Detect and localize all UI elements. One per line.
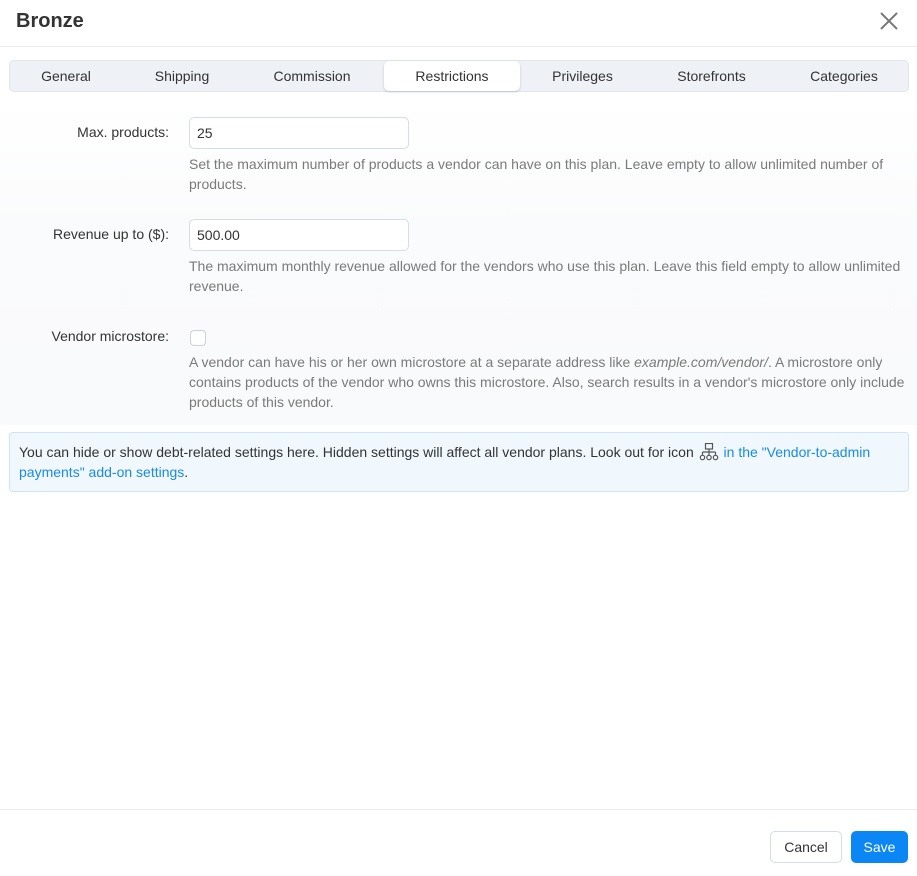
tab-restrictions[interactable]: Restrictions [384, 61, 520, 91]
microstore-checkbox[interactable] [190, 330, 206, 346]
notice-text: You can hide or show debt-related settin… [19, 444, 694, 460]
microstore-help-example: example.com/vendor/ [634, 354, 768, 370]
microstore-help-before: A vendor can have his or her own microst… [189, 354, 635, 370]
tab-commission[interactable]: Commission [242, 61, 382, 91]
tab-categories[interactable]: Categories [778, 61, 910, 91]
notice-trailing: . [184, 464, 189, 480]
tab-storefronts[interactable]: Storefronts [645, 61, 778, 91]
tab-shipping[interactable]: Shipping [122, 61, 242, 91]
max-products-label: Max. products: [77, 124, 169, 140]
max-products-input[interactable] [189, 117, 409, 149]
sitemap-icon [699, 442, 719, 461]
microstore-label: Vendor microstore: [51, 328, 170, 344]
save-button[interactable]: Save [851, 831, 908, 863]
tab-privileges[interactable]: Privileges [520, 61, 645, 91]
revenue-help: The maximum monthly revenue allowed for … [189, 258, 901, 294]
dialog-header: Bronze [0, 0, 917, 47]
cancel-button[interactable]: Cancel [770, 831, 842, 863]
tab-general[interactable]: General [10, 61, 122, 91]
dialog-title: Bronze [16, 10, 84, 32]
close-button[interactable] [878, 10, 900, 32]
close-icon [880, 12, 898, 30]
tab-bar: General Shipping Commission Restrictions… [9, 60, 909, 92]
max-products-help: Set the maximum number of products a ven… [189, 156, 884, 192]
microstore-help: A vendor can have his or her own microst… [189, 352, 909, 412]
revenue-label: Revenue up to ($): [53, 226, 169, 242]
debt-settings-notice: You can hide or show debt-related settin… [9, 432, 909, 492]
revenue-input[interactable] [189, 219, 409, 251]
dialog-footer: Cancel Save [0, 809, 917, 876]
